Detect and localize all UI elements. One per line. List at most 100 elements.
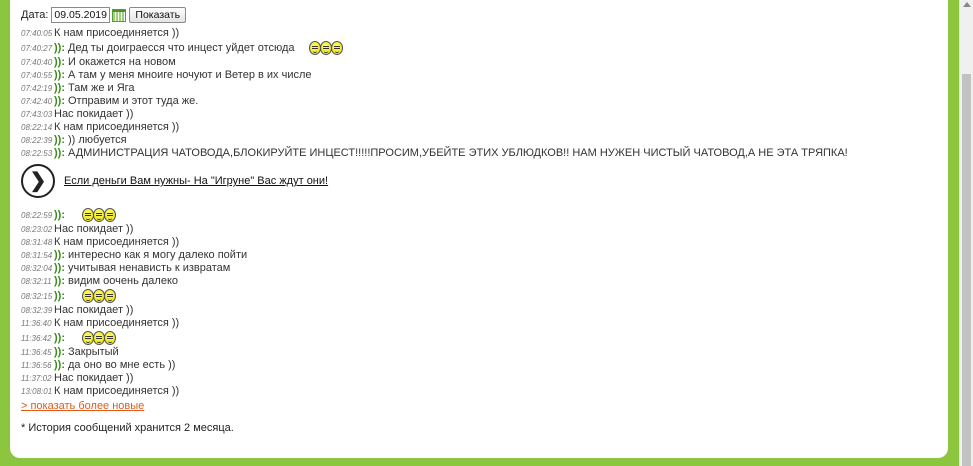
message-time: 11:36:56 bbox=[21, 361, 52, 370]
message-text: Нас покидает )) bbox=[54, 108, 134, 120]
message-row: 07:42:19)): Там же и Яга bbox=[21, 82, 921, 95]
message-time: 11:37:02 bbox=[21, 374, 52, 383]
message-row: 07:40:05 К нам присоединяется )) bbox=[21, 27, 921, 40]
scroll-up-arrow-icon[interactable] bbox=[963, 2, 971, 7]
date-label: Дата: bbox=[21, 9, 49, 21]
message-text: Закрытый bbox=[68, 346, 119, 358]
message-nick[interactable]: )): bbox=[54, 69, 65, 82]
message-nick[interactable]: )): bbox=[54, 209, 65, 222]
message-row: 08:32:39 Нас покидает )) bbox=[21, 304, 921, 317]
message-time: 11:36:42 bbox=[21, 333, 52, 343]
ad-link[interactable]: Если деньги Вам нужны- На "Игруне" Вас ж… bbox=[64, 175, 328, 187]
message-row: 08:22:59)): bbox=[21, 207, 921, 223]
show-newer-link[interactable]: > показать более новые bbox=[21, 400, 921, 412]
show-button[interactable]: Показать bbox=[129, 7, 187, 23]
message-text: Нас покидает )) bbox=[54, 223, 134, 235]
message-row: 08:32:04)): учитывая ненависть к извратам bbox=[21, 262, 921, 275]
message-time: 07:40:27 bbox=[21, 43, 53, 53]
message-nick[interactable]: )): bbox=[54, 290, 65, 303]
message-time: 07:40:55 bbox=[21, 71, 53, 80]
message-text: Нас покидает )) bbox=[54, 372, 134, 384]
message-text: Дед ты доиграесся что инцест уйдет отсюд… bbox=[68, 41, 295, 54]
message-row: 11:37:02 Нас покидает )) bbox=[21, 372, 921, 385]
message-row: 08:31:54)): интересно как я могу далеко п… bbox=[21, 249, 921, 262]
message-text: К нам присоединяется )) bbox=[54, 317, 180, 329]
message-text: видим оочень далеко bbox=[68, 275, 178, 287]
smiley-icon bbox=[104, 289, 116, 303]
message-time: 08:22:14 bbox=[21, 123, 53, 132]
message-time: 11:36:40 bbox=[21, 319, 52, 328]
smiley-group bbox=[82, 289, 116, 303]
smiley-group bbox=[82, 208, 116, 222]
message-time: 11:36:45 bbox=[21, 348, 52, 357]
message-row: 08:32:15)): bbox=[21, 288, 921, 304]
smiley-group bbox=[308, 41, 343, 55]
message-nick[interactable]: )): bbox=[54, 359, 65, 372]
message-time: 08:31:54 bbox=[21, 251, 53, 260]
message-nick[interactable]: )): bbox=[54, 147, 65, 160]
message-text: интересно как я могу далеко пойти bbox=[68, 249, 248, 261]
message-row: 11:36:56)): да оно во мне есть )) bbox=[21, 359, 921, 372]
message-text: К нам присоединяется )) bbox=[54, 236, 180, 248]
message-row: 07:40:27)): Дед ты доиграесся что инцест … bbox=[21, 40, 921, 56]
message-time: 08:22:39 bbox=[21, 136, 53, 145]
message-row: 07:40:55)): А там у меня мноиге ночуют и … bbox=[21, 69, 921, 82]
message-list: 07:40:05 К нам присоединяется )) 07:40:27)… bbox=[21, 27, 921, 434]
message-text: А там у меня мноиге ночуют и Ветер в их … bbox=[68, 69, 312, 81]
message-row: 08:32:11)): видим оочень далеко bbox=[21, 275, 921, 288]
message-row: 11:36:45)): Закрытый bbox=[21, 346, 921, 359]
message-nick[interactable]: )): bbox=[54, 346, 65, 359]
message-row: 08:23:02 Нас покидает )) bbox=[21, 223, 921, 236]
ad-banner[interactable]: ❯ Если деньги Вам нужны- На "Игруне" Вас… bbox=[21, 164, 921, 198]
message-text: К нам присоединяется )) bbox=[54, 385, 180, 397]
message-text: Отправим и этот туда же. bbox=[68, 95, 199, 107]
message-row: 07:42:40)): Отправим и этот туда же. bbox=[21, 95, 921, 108]
message-time: 13:08:01 bbox=[21, 387, 53, 396]
date-input[interactable] bbox=[51, 7, 111, 23]
message-time: 08:32:11 bbox=[21, 277, 52, 286]
message-time: 07:42:19 bbox=[21, 84, 53, 93]
message-row: 08:31:48 К нам присоединяется )) bbox=[21, 236, 921, 249]
scrollbar[interactable] bbox=[959, 0, 973, 466]
arrow-right-circle-icon[interactable]: ❯ bbox=[21, 164, 55, 198]
message-nick[interactable]: )): bbox=[54, 262, 65, 275]
message-time: 07:43:03 bbox=[21, 110, 53, 119]
message-row: 13:08:01 К нам присоединяется )) bbox=[21, 385, 921, 398]
scrollbar-thumb[interactable] bbox=[962, 74, 971, 466]
message-text: да оно во мне есть )) bbox=[68, 359, 176, 371]
message-text: К нам присоединяется )) bbox=[54, 27, 180, 39]
smiley-icon bbox=[104, 208, 116, 222]
smiley-group bbox=[82, 331, 116, 345]
message-time: 08:23:02 bbox=[21, 225, 53, 234]
message-nick[interactable]: )): bbox=[54, 82, 65, 95]
message-row: 07:40:40)): И окажется на новом bbox=[21, 56, 921, 69]
message-row: 08:22:39)):)) любуется bbox=[21, 134, 921, 147]
message-text: Там же и Яга bbox=[68, 82, 135, 94]
message-nick[interactable]: )): bbox=[54, 42, 65, 55]
message-text: К нам присоединяется )) bbox=[54, 121, 180, 133]
smiley-icon bbox=[330, 41, 343, 55]
smiley-icon bbox=[104, 331, 116, 345]
message-row: 08:22:53)): АДМИНИСТРАЦИЯ ЧАТОВОДА,БЛОКИР… bbox=[21, 147, 921, 160]
message-row: 07:43:03 Нас покидает )) bbox=[21, 108, 921, 121]
message-time: 08:31:48 bbox=[21, 238, 53, 247]
message-nick[interactable]: )): bbox=[54, 249, 65, 262]
message-time: 07:40:05 bbox=[21, 29, 53, 38]
chat-history-panel: Дата: Показать 07:40:05К нам присоединяе… bbox=[10, 0, 948, 458]
message-row: 11:36:40 К нам присоединяется )) bbox=[21, 317, 921, 330]
message-nick[interactable]: )): bbox=[54, 332, 65, 345]
calendar-icon[interactable] bbox=[112, 8, 127, 22]
message-time: 08:32:04 bbox=[21, 264, 53, 273]
message-nick[interactable]: )): bbox=[54, 56, 65, 69]
message-time: 08:32:15 bbox=[21, 291, 53, 301]
message-nick[interactable]: )): bbox=[54, 134, 65, 147]
message-time: 08:22:53 bbox=[21, 149, 53, 158]
message-time: 08:22:59 bbox=[21, 210, 53, 220]
message-text: И окажется на новом bbox=[68, 56, 176, 68]
smiley-icon bbox=[308, 41, 321, 55]
message-nick[interactable]: )): bbox=[54, 275, 65, 288]
message-nick[interactable]: )): bbox=[54, 95, 65, 108]
smiley-icon bbox=[319, 41, 332, 55]
date-filter-bar: Дата: Показать bbox=[21, 7, 187, 23]
message-row: 08:22:14 К нам присоединяется )) bbox=[21, 121, 921, 134]
